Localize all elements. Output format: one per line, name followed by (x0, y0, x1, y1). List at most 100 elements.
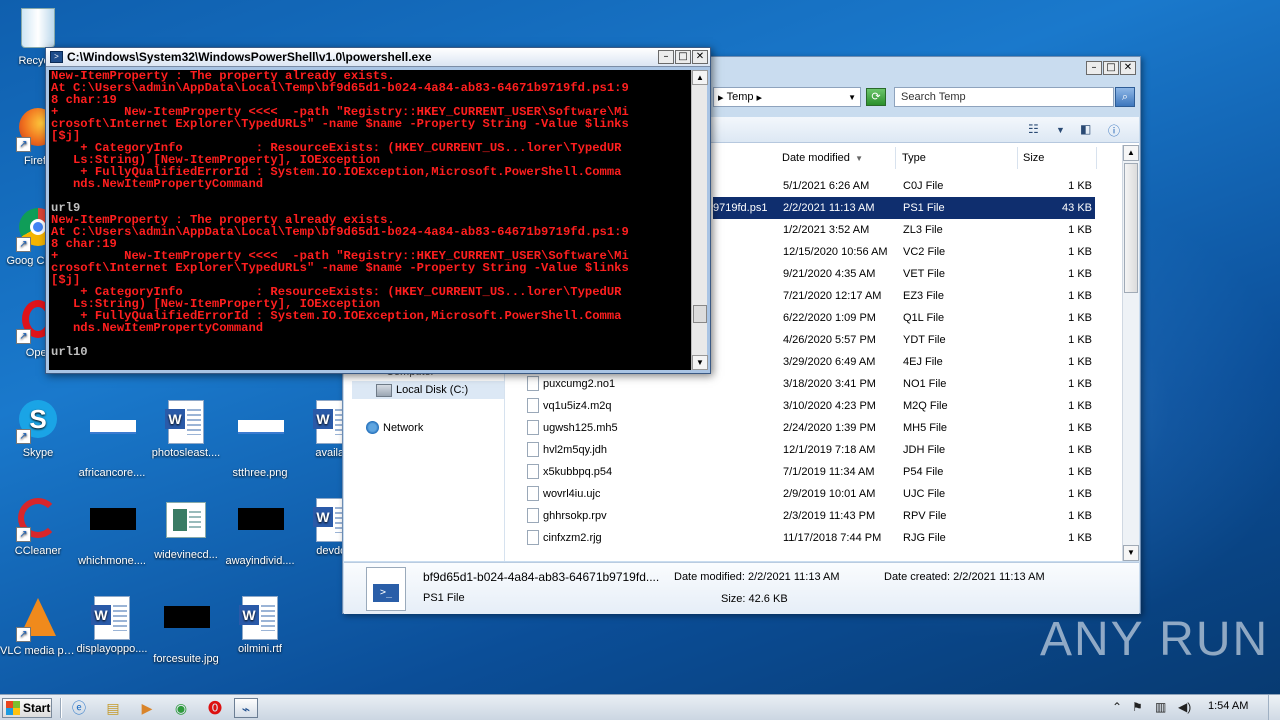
scroll-down-icon[interactable]: ▼ (1123, 545, 1139, 561)
word-icon (238, 596, 282, 640)
nav-item-network[interactable]: Network (366, 421, 423, 434)
desktop-icon-stthree-png[interactable]: stthree.png (222, 400, 298, 479)
scroll-down-icon[interactable]: ▼ (692, 355, 708, 370)
desktop-icon-label: widevinecd... (154, 549, 218, 561)
file-row[interactable]: ghhrsokp.rpv 2/3/2019 11:43 PM RPV File 1 K… (523, 505, 1095, 527)
column-header-type[interactable]: Type (898, 147, 1018, 169)
action-center-flag-icon[interactable]: ⚑ (1132, 700, 1143, 714)
disk-icon (376, 383, 392, 397)
desktop-icon-label: displayoppo.... (76, 643, 148, 655)
desktop-icon-vlc-media-player[interactable]: VLC media player (0, 596, 76, 657)
opera-icon[interactable]: ⓿ (203, 698, 227, 718)
file-name: ugwsh125.mh5 (543, 422, 618, 434)
file-date: 12/1/2019 7:18 AM (783, 444, 876, 456)
scroll-up-icon[interactable]: ▲ (1123, 145, 1139, 161)
file-type: MH5 File (903, 422, 948, 434)
file-type: NO1 File (903, 378, 947, 390)
file-date: 12/15/2020 10:56 AM (783, 246, 888, 258)
minimize-button[interactable]: – (1086, 61, 1102, 75)
column-header-size[interactable]: Size (1019, 147, 1097, 169)
powershell-window[interactable]: > C:\Windows\System32\WindowsPowerShell\… (45, 47, 711, 374)
network-tray-icon[interactable]: ▥ (1155, 700, 1166, 714)
file-row[interactable]: wovrl4iu.ujc 2/9/2019 10:01 AM UJC File 1 K… (523, 483, 1095, 505)
search-input[interactable]: Search Temp (894, 87, 1114, 107)
start-button[interactable]: Start (2, 698, 52, 718)
console-line: url10 (51, 345, 88, 359)
desktop-icon-skype[interactable]: S Skype (0, 400, 76, 459)
explorer-window-controls: – □ ✕ (1086, 61, 1136, 75)
desktop-icon-widevinecd[interactable]: widevinecd... (148, 498, 224, 561)
file-row[interactable]: hvl2m5qy.jdh 12/1/2019 7:18 AM JDH File 1 K… (523, 439, 1095, 461)
show-desktop-button[interactable] (1268, 695, 1280, 720)
file-row[interactable]: ugwsh125.mh5 2/24/2020 1:39 PM MH5 File 1 K… (523, 417, 1095, 439)
maximize-button[interactable]: □ (675, 50, 691, 64)
file-type: VC2 File (903, 246, 946, 258)
desktop-icon-awayindivid[interactable]: awayindivid.... (222, 498, 298, 567)
maximize-button[interactable]: □ (1103, 61, 1119, 75)
nav-item-local-disk[interactable]: Local Disk (C:) (352, 381, 504, 399)
details-date-modified: Date modified: 2/2/2021 11:13 AM (674, 571, 840, 583)
file-icon (527, 420, 539, 435)
address-bar[interactable]: ▸ Temp ▸ ▼ (713, 87, 861, 107)
view-options-icon[interactable]: ☷ (1028, 122, 1039, 136)
taskbar-clock[interactable]: 1:54 AM (1208, 700, 1248, 712)
search-button[interactable]: ⌕ (1115, 87, 1135, 107)
powershell-console-output[interactable]: New-ItemProperty : The property already … (49, 70, 691, 370)
desktop-icon-label: Skype (22, 447, 54, 459)
volume-icon[interactable]: ◀) (1178, 700, 1191, 714)
minimize-button[interactable]: – (658, 50, 674, 64)
column-header-size-label: Size (1023, 152, 1045, 164)
desktop-icon-africancore[interactable]: africancore.... (74, 400, 150, 479)
desktop-icon-displayoppo[interactable]: displayoppo.... (74, 596, 150, 655)
recycle-icon (16, 8, 60, 52)
file-list-scrollbar[interactable]: ▲ ▼ (1122, 145, 1139, 561)
address-arrow-icon: ▸ (718, 91, 727, 104)
powershell-titlebar[interactable]: > C:\Windows\System32\WindowsPowerShell\… (46, 48, 710, 67)
scroll-up-icon[interactable]: ▲ (692, 70, 708, 85)
internet-explorer-icon[interactable]: ⓔ (67, 698, 91, 718)
powershell-taskbar-icon[interactable]: ⌁ (234, 698, 258, 718)
file-row[interactable]: vq1u5iz4.m2q 3/10/2020 4:23 PM M2Q File 1 K… (523, 395, 1095, 417)
scroll-thumb[interactable] (693, 305, 707, 323)
widevine-icon (164, 502, 208, 546)
file-date: 2/3/2019 11:43 PM (783, 510, 876, 522)
file-type: Q1L File (903, 312, 945, 324)
desktop-icon-label: whichmone.... (78, 555, 146, 567)
file-row[interactable]: 9719fd.ps1 2/2/2021 11:13 AM PS1 File 43 KB (713, 197, 1095, 219)
column-header-date-modified[interactable]: Date modified ▼ (778, 147, 896, 169)
desktop-icon-forcesuite-jpg[interactable]: forcesuite.jpg (148, 596, 224, 665)
desktop-icon-oilmini-rtf[interactable]: oilmini.rtf (222, 596, 298, 655)
desktop-icon-photosleast[interactable]: photosleast.... (148, 400, 224, 459)
view-dropdown-icon[interactable]: ▼ (1056, 125, 1065, 135)
file-row[interactable]: puxcumg2.no1 3/18/2020 3:41 PM NO1 File 1 K… (523, 373, 1095, 395)
file-name: 9719fd.ps1 (713, 202, 768, 214)
chrome-icon[interactable]: ◉ (169, 698, 193, 718)
network-icon (366, 421, 379, 434)
details-filetype: PS1 File (423, 592, 465, 604)
details-pane: bf9d65d1-b024-4a84-ab83-64671b9719fd....… (344, 562, 1139, 614)
help-icon[interactable]: ⓘ (1108, 122, 1120, 139)
file-date: 7/21/2020 12:17 AM (783, 290, 882, 302)
address-segment-temp[interactable]: Temp (727, 91, 754, 103)
close-button[interactable]: ✕ (1120, 61, 1136, 75)
file-size: 1 KB (1068, 268, 1092, 280)
tray-expand-icon[interactable]: ⌃ (1112, 700, 1122, 714)
preview-pane-icon[interactable]: ◧ (1080, 122, 1091, 136)
desktop-icon-label: photosleast.... (151, 447, 221, 459)
scroll-thumb[interactable] (1124, 163, 1138, 293)
address-segment-chevron-icon[interactable]: ▸ (753, 91, 763, 104)
refresh-button[interactable]: ⟳ (866, 88, 886, 106)
file-row[interactable]: x5kubbpq.p54 7/1/2019 11:34 AM P54 File 1 K… (523, 461, 1095, 483)
nav-item-network-label: Network (383, 421, 424, 434)
desktop-icon-ccleaner[interactable]: CCleaner (0, 498, 76, 557)
desktop-icon-whichmone[interactable]: whichmone.... (74, 498, 150, 567)
media-player-icon[interactable]: ▶ (135, 698, 159, 718)
file-date: 2/9/2019 10:01 AM (783, 488, 876, 500)
vlc-icon (16, 598, 60, 642)
powershell-scrollbar[interactable]: ▲ ▼ (691, 70, 708, 370)
close-button[interactable]: ✕ (692, 50, 708, 64)
address-dropdown-icon[interactable]: ▼ (848, 93, 856, 102)
file-row[interactable]: cinfxzm2.rjg 11/17/2018 7:44 PM RJG File 1 … (523, 527, 1095, 549)
file-explorer-icon[interactable]: ▤ (101, 698, 125, 718)
file-date: 4/26/2020 5:57 PM (783, 334, 876, 346)
